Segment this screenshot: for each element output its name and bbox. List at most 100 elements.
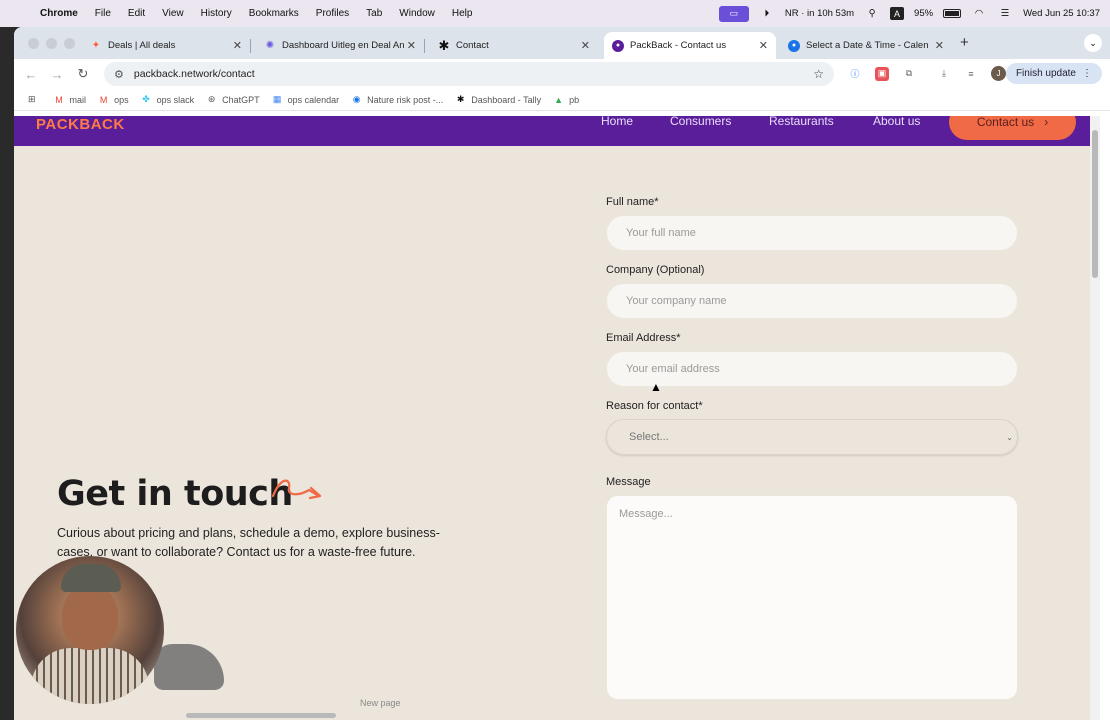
email-input[interactable]: Your email address <box>606 351 1018 387</box>
menu-edit[interactable]: Edit <box>128 8 145 19</box>
close-tab-icon[interactable]: ✕ <box>233 39 242 52</box>
tab-title: Select a Date & Time - Calen <box>806 40 928 51</box>
battery-percent: 95% <box>914 8 934 19</box>
reason-select[interactable]: Select... ⌄ <box>606 419 1018 455</box>
bookmark-dashboard-tally[interactable]: ✱ Dashboard - Tally <box>455 94 541 105</box>
more-menu-icon[interactable]: ⋮ <box>1082 68 1092 79</box>
bookmark-chatgpt[interactable]: ⊛ ChatGPT <box>206 94 260 105</box>
full-name-input[interactable]: Your full name <box>606 215 1018 251</box>
tab-separator <box>424 39 425 53</box>
wifi-icon[interactable]: ◠ <box>971 7 987 21</box>
keyboard-input-icon[interactable]: A <box>890 7 905 20</box>
menu-clock[interactable]: Wed Jun 25 10:37 <box>1023 8 1100 19</box>
bookmark-ops[interactable]: Mops <box>98 94 129 105</box>
tab-strip: ✦ Deals | All deals ✕ ✺ Dashboard Uitleg… <box>14 27 1110 59</box>
page-viewport: PACKBACK Home Consumers Restaurants Abou… <box>14 116 1100 720</box>
bookmark-nature-risk[interactable]: ◉ Nature risk post -... <box>351 94 443 105</box>
bookmark-mail[interactable]: Mmail <box>54 94 87 105</box>
close-tab-icon[interactable]: ✕ <box>759 39 768 52</box>
zoom-window-icon[interactable] <box>64 38 75 49</box>
tab-calendly[interactable]: ● Select a Date & Time - Calen ✕ <box>780 32 952 59</box>
close-tab-icon[interactable]: ✕ <box>581 39 590 52</box>
menu-file[interactable]: File <box>95 8 111 19</box>
company-input[interactable]: Your company name <box>606 283 1018 319</box>
forward-icon[interactable]: → <box>44 67 70 82</box>
new-page-hint: New page <box>360 698 401 708</box>
bookmark-label: ops slack <box>156 94 195 105</box>
close-window-icon[interactable] <box>28 38 39 49</box>
address-bar[interactable]: ⚙ packback.network/contact ☆ <box>104 62 834 86</box>
bookmark-label: Nature risk post -... <box>367 94 444 105</box>
close-tab-icon[interactable]: ✕ <box>935 39 944 52</box>
battery-icon[interactable] <box>943 9 962 18</box>
menu-app-name[interactable]: Chrome <box>40 8 78 19</box>
tab-dashboard[interactable]: ✺ Dashboard Uitleg en Deal An ✕ <box>256 32 425 59</box>
bookmark-ops-slack[interactable]: ✤ ops slack <box>141 94 195 105</box>
macos-menu-bar: Chrome File Edit View History Bookmarks … <box>0 0 1110 27</box>
reload-icon[interactable]: ↻ <box>70 66 96 82</box>
screen-record-icon[interactable]: ▭ <box>718 5 749 22</box>
page-title: Get in touch <box>57 474 293 514</box>
nav-home[interactable]: Home <box>601 116 633 128</box>
download-icon[interactable]: ⤓ <box>937 67 951 81</box>
profile-avatar[interactable]: J <box>991 66 1006 81</box>
vertical-scrollbar[interactable] <box>1090 116 1100 720</box>
back-icon[interactable]: ← <box>18 67 44 82</box>
menu-bookmarks[interactable]: Bookmarks <box>249 8 299 19</box>
tab-title: Dashboard Uitleg en Deal An <box>282 40 404 51</box>
apple-icon[interactable] <box>14 7 28 21</box>
contact-button-label: Contact us <box>976 116 1035 129</box>
tab-packback-contact[interactable]: ● PackBack - Contact us ✕ <box>604 32 776 59</box>
bookmark-label: mail <box>69 94 87 105</box>
nav-consumers[interactable]: Consumers <box>670 116 731 128</box>
extension-red-icon[interactable]: ▣ <box>875 66 889 81</box>
tab-contact[interactable]: ✱ Contact ✕ <box>430 32 598 59</box>
site-settings-icon[interactable]: ⚙ <box>114 68 124 81</box>
gmail-icon: M <box>99 94 108 105</box>
tab-deals[interactable]: ✦ Deals | All deals ✕ <box>82 32 251 59</box>
menu-window[interactable]: Window <box>399 8 435 19</box>
bookmark-ops-calendar[interactable]: ▦ ops calendar <box>272 94 340 105</box>
window-controls <box>28 38 75 49</box>
reading-list-icon[interactable]: ≡ <box>964 67 978 81</box>
menu-profiles[interactable]: Profiles <box>316 8 349 19</box>
new-tab-icon[interactable]: + <box>960 34 969 51</box>
extensions-puzzle-icon[interactable]: ⧉ <box>902 67 916 81</box>
apps-grid-icon[interactable]: ⊞ <box>28 94 36 105</box>
google-drive-icon: ▲ <box>554 94 564 105</box>
bookmark-pb[interactable]: ▲ pb <box>553 94 579 105</box>
gmail-icon: M <box>55 94 63 105</box>
close-tab-icon[interactable]: ✕ <box>407 39 416 52</box>
bookmark-star-icon[interactable]: ☆ <box>813 67 824 81</box>
menu-view[interactable]: View <box>162 8 184 19</box>
minimize-window-icon[interactable] <box>46 38 57 49</box>
nav-about-us[interactable]: About us <box>873 116 920 128</box>
browser-window: ✦ Deals | All deals ✕ ✺ Dashboard Uitleg… <box>14 27 1110 720</box>
url-text[interactable]: packback.network/contact <box>134 68 255 80</box>
tab-search-icon[interactable]: ⌄ <box>1084 34 1102 52</box>
extensions-area: ⓘ ▣ ⧉ ⤓ ≡ J <box>848 66 1006 81</box>
company-label: Company (Optional) <box>606 264 705 276</box>
horizontal-scrollbar[interactable] <box>186 713 336 718</box>
password-manager-icon[interactable]: ⓘ <box>848 67 862 81</box>
bookmark-label: ops <box>114 94 129 105</box>
message-label: Message <box>606 476 651 488</box>
finish-update-button[interactable]: Finish update ⋮ <box>1005 63 1102 84</box>
network-icon[interactable]: ⚲ <box>864 7 880 21</box>
calendar-status[interactable]: NR · in 10h 53m <box>785 8 854 19</box>
full-name-label: Full name* <box>606 196 659 208</box>
packback-logo[interactable]: PACKBACK <box>36 116 125 133</box>
menu-tab[interactable]: Tab <box>366 8 382 19</box>
menu-history[interactable]: History <box>201 8 232 19</box>
bookmark-label: ops calendar <box>287 94 340 105</box>
nav-restaurants[interactable]: Restaurants <box>769 116 834 128</box>
control-center-icon[interactable]: ☰ <box>997 7 1013 21</box>
calendly-icon: ● <box>788 39 800 52</box>
gear-icon: ✺ <box>265 40 275 51</box>
bookmarks-bar: ⊞ Mmail Mops ✤ ops slack ⊛ ChatGPT ▦ ops ca… <box>14 89 1110 111</box>
message-textarea[interactable]: Message... <box>606 495 1018 700</box>
nav-contact-button[interactable]: Contact us › <box>949 116 1076 140</box>
scrollbar-thumb[interactable] <box>1092 130 1098 278</box>
play-icon[interactable]: ⏵ <box>759 7 775 21</box>
menu-help[interactable]: Help <box>452 8 473 19</box>
